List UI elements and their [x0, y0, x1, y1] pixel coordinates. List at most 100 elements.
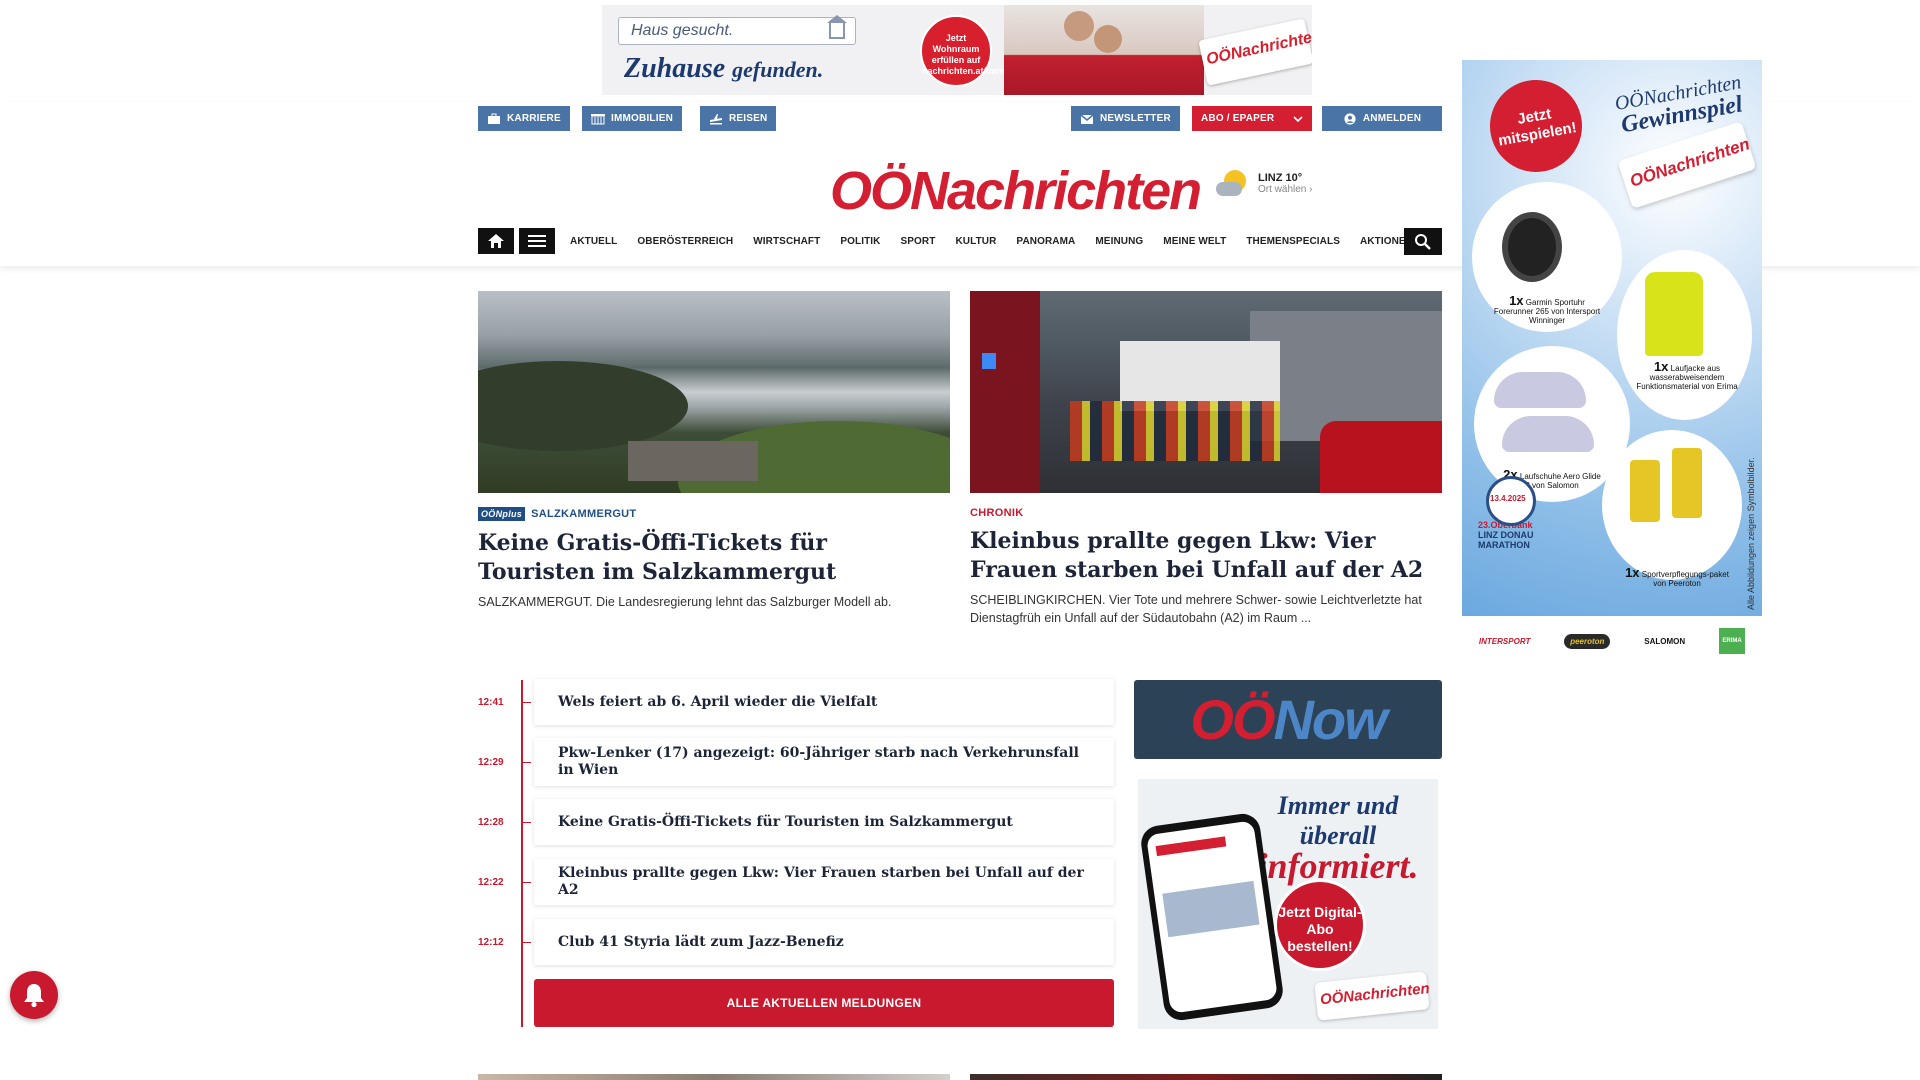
nav-item-meinung[interactable]: MEINUNG [1095, 236, 1143, 247]
nav-item-themenspecials[interactable]: THEMENSPECIALS [1246, 236, 1340, 247]
weather-choose-label: Ort wählen [1258, 183, 1307, 195]
all-news-button[interactable]: ALLE AKTUELLEN MELDUNGEN [534, 979, 1114, 1027]
abo-ad-headline2: informiert. [1257, 846, 1419, 886]
shoe-image [1502, 416, 1594, 452]
oenow-banner[interactable]: OÖ Now [1134, 680, 1442, 759]
prize-jacket [1617, 250, 1752, 420]
marathon-line3: MARATHON [1478, 540, 1530, 550]
weather-location-link[interactable]: Ort wählen › [1258, 184, 1312, 195]
timeline-item[interactable]: Club 41 Styria lädt zum Jazz-Benefiz [534, 919, 1114, 965]
building-icon [591, 113, 605, 124]
nav-item-kultur[interactable]: KULTUR [955, 236, 996, 247]
prize-count: 1x [1625, 565, 1640, 580]
timeline-time: 12:28 [478, 817, 504, 828]
user-icon [1344, 112, 1356, 125]
notification-bell-button[interactable] [10, 971, 58, 1019]
timeline-item[interactable]: Wels feiert ab 6. April wieder die Vielf… [534, 679, 1114, 725]
login-button[interactable]: ANMELDEN [1322, 106, 1442, 131]
sponsor-bar: INTERSPORT peeroton SALOMON ERIMA [1462, 626, 1762, 656]
sponsor-peeroton: peeroton [1564, 633, 1611, 649]
nav-item-panorama[interactable]: PANORAMA [1016, 236, 1075, 247]
timeline-tick [521, 702, 531, 703]
nav-item-aktuell[interactable]: AKTUELL [570, 236, 617, 247]
search-icon [1415, 233, 1431, 250]
home-button[interactable] [478, 228, 514, 254]
story-card[interactable]: OÖNplus SALZKAMMERGUT Keine Gratis-Öffi-… [478, 291, 950, 611]
immobilien-label: IMMOBILIEN [611, 113, 673, 124]
timeline-tick [521, 762, 531, 763]
menu-button[interactable] [519, 228, 555, 254]
ad-slogan: Zuhause gefunden. [624, 53, 823, 85]
weather-widget[interactable]: LINZ 10° Ort wählen › [1216, 166, 1312, 200]
next-story-image[interactable] [478, 1074, 950, 1080]
ad-search-text: Haus gesucht. [631, 22, 734, 39]
hamburger-icon [528, 235, 546, 247]
shoe-image [1494, 372, 1586, 408]
search-button[interactable] [1404, 228, 1442, 255]
newsletter-label: NEWSLETTER [1100, 113, 1171, 124]
watch-image [1502, 212, 1562, 282]
prize-count: 1x [1509, 293, 1524, 308]
abo-ad-headline: Immer und überall informiert. [1238, 791, 1438, 885]
story-headline[interactable]: Kleinbus prallte gegen Lkw: Vier Frauen … [970, 527, 1442, 585]
timeline-time: 12:12 [478, 937, 504, 948]
home-icon [488, 234, 504, 248]
ad-search-mock: Haus gesucht. [618, 15, 856, 45]
sponsor-salomon: SALOMON [1644, 636, 1686, 646]
nav-item-oberoesterreich[interactable]: OBERÖSTERREICH [637, 236, 733, 247]
immobilien-button[interactable]: IMMOBILIEN [582, 106, 682, 131]
sponsor-intersport: INTERSPORT [1478, 636, 1531, 646]
site-logo[interactable]: OÖNachrichten [830, 160, 1202, 222]
gewinnspiel-ad[interactable]: Jetzt mitspielen! OÖNachrichten Gewinnsp… [1462, 60, 1762, 616]
briefcase-icon [488, 113, 500, 124]
story-kicker: OÖNplus SALZKAMMERGUT [478, 507, 950, 521]
jacket-image [1645, 272, 1703, 356]
sponsor-erima-logo: ERIMA [1719, 628, 1746, 654]
nav-item-politik[interactable]: POLITIK [840, 236, 880, 247]
prize-label: 1x Laufjacke aus wasserabweisendem Funkt… [1632, 360, 1742, 391]
reisen-label: REISEN [729, 113, 768, 124]
ad-slogan-main: Zuhause [624, 53, 726, 84]
next-story-image[interactable] [970, 1074, 1442, 1080]
story-card[interactable]: CHRONIK Kleinbus prallte gegen Lkw: Vier… [970, 291, 1442, 627]
mail-icon [1080, 113, 1094, 124]
anmelden-label: ANMELDEN [1362, 113, 1422, 124]
abo-ad-cta[interactable]: Jetzt Digital-Abo bestellen! [1274, 879, 1366, 971]
story-image-lake[interactable] [478, 291, 950, 493]
abo-epaper-dropdown[interactable]: ABO / EPAPER [1192, 106, 1312, 131]
timeline-tick [521, 822, 531, 823]
kicker-label: SALZKAMMERGUT [531, 508, 637, 520]
plane-icon [710, 113, 722, 124]
abo-ad-brand-roll: OÖNachrichten [1314, 971, 1430, 1021]
marathon-date: 13.4.2025 [1490, 494, 1526, 503]
karriere-button[interactable]: KARRIERE [478, 106, 570, 131]
timeline-time: 12:22 [478, 877, 504, 888]
story-headline[interactable]: Keine Gratis-Öffi-Tickets für Touristen … [478, 529, 950, 587]
timeline-time: 12:29 [478, 757, 504, 768]
digital-abo-ad[interactable]: Immer und überall informiert. Jetzt Digi… [1138, 779, 1438, 1029]
chevron-right-icon: › [1309, 183, 1313, 195]
chevron-down-icon [1293, 115, 1303, 122]
timeline-item[interactable]: Pkw-Lenker (17) angezeigt: 60-Jähriger s… [534, 738, 1114, 786]
prize-text: Laufjacke aus wasserabweisendem Funktion… [1636, 364, 1738, 391]
main-navigation: AKTUELL OBERÖSTERREICH WIRTSCHAFT POLITI… [478, 228, 1442, 254]
weather-temp: LINZ 10° [1258, 171, 1303, 184]
nav-item-meine-welt[interactable]: MEINE WELT [1163, 236, 1226, 247]
top-banner-ad[interactable]: Haus gesucht. Zuhause gefunden. Jetzt Wo… [602, 5, 1312, 95]
timeline-tick [521, 882, 531, 883]
nav-item-wirtschaft[interactable]: WIRTSCHAFT [753, 236, 820, 247]
marathon-line2: LINZ DONAU [1478, 530, 1534, 540]
sponsor-erima: ERIMA [1722, 638, 1742, 644]
reisen-button[interactable]: REISEN [700, 106, 777, 131]
timeline-line [521, 680, 523, 1027]
ad-play-badge[interactable]: Jetzt mitspielen! [1482, 72, 1590, 180]
story-image-accident[interactable] [970, 291, 1442, 493]
newsletter-button[interactable]: NEWSLETTER [1071, 106, 1180, 131]
timeline-item[interactable]: Kleinbus prallte gegen Lkw: Vier Frauen … [534, 859, 1114, 905]
nav-item-sport[interactable]: SPORT [901, 236, 936, 247]
prize-text: Sportverpflegungs-paket von Peeroton [1641, 570, 1729, 588]
timeline-item[interactable]: Keine Gratis-Öffi-Tickets für Touristen … [534, 799, 1114, 845]
ad-photo [1004, 5, 1204, 95]
oenow-part2: Now [1273, 688, 1387, 751]
prize-label: 1x Garmin Sportuhr Forerunner 265 von In… [1492, 293, 1602, 325]
